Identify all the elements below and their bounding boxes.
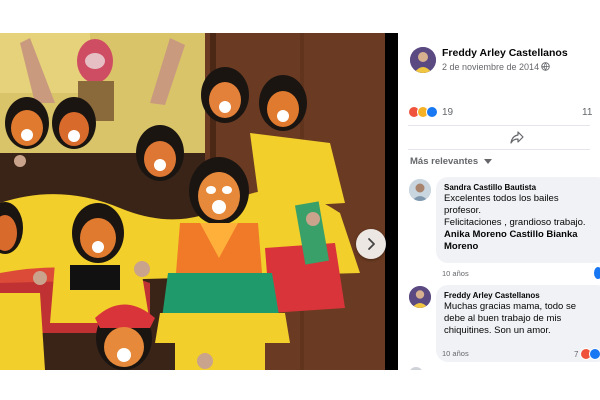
comment-text-line: Excelentes todos los bailes — [444, 193, 559, 204]
commenter-avatar[interactable] — [409, 179, 431, 201]
reaction-count: 19 — [442, 106, 454, 118]
viewer-edge — [385, 33, 398, 370]
comment-text-line: Felicitaciones , grandioso trabajo. — [444, 217, 586, 228]
comment-text-line: profesor. — [444, 205, 481, 216]
globe-icon — [541, 62, 550, 71]
comment-reaction-count: 7 — [574, 349, 579, 359]
mention-link[interactable]: Anika Moreno Castillo Bianka — [444, 229, 600, 241]
post-date[interactable]: 2 de noviembre de 2014 · — [442, 62, 545, 72]
comment-timestamp[interactable]: 10 años — [442, 349, 469, 358]
share-icon[interactable] — [510, 131, 524, 144]
next-photo-button[interactable] — [356, 229, 386, 259]
comment-author[interactable]: Freddy Arley Castellanos — [444, 290, 600, 301]
chevron-right-icon — [368, 238, 375, 250]
avatar-image — [409, 179, 431, 201]
comment-text-line: chiquitines. Son un amor. — [444, 325, 551, 336]
comment-count[interactable]: 11 — [582, 107, 592, 118]
like-reaction — [594, 267, 600, 279]
avatar-image — [410, 47, 436, 73]
post-photo — [0, 33, 385, 370]
like-reaction — [589, 348, 600, 360]
post-date-text: 2 de noviembre de 2014 · — [442, 62, 545, 72]
caret-down-icon — [483, 158, 492, 164]
comment-timestamp[interactable]: 10 años — [442, 269, 469, 278]
commenter-avatar[interactable] — [409, 286, 431, 308]
sort-label: Más relevantes — [410, 156, 479, 167]
post-panel: Freddy Arley Castellanos 2 de noviembre … — [398, 33, 600, 370]
divider — [408, 125, 590, 126]
avatar-image — [409, 286, 431, 308]
comment-reactions[interactable]: 7 — [574, 348, 600, 360]
next-commenter-avatar — [409, 367, 423, 370]
author-name[interactable]: Freddy Arley Castellanos — [442, 47, 568, 59]
comment-text-line: debe al buen trabajo de mis — [444, 313, 562, 324]
comment-text-line: Muchas gracias mama, todo se — [444, 301, 577, 312]
divider — [408, 149, 590, 150]
photo-viewer — [0, 33, 398, 370]
mention-link[interactable]: Moreno — [444, 241, 600, 253]
reaction-summary[interactable]: 19 — [408, 106, 453, 118]
comment-author[interactable]: Sandra Castillo Bautista — [444, 182, 600, 193]
author-avatar[interactable] — [410, 47, 436, 73]
comment-sort-dropdown[interactable]: Más relevantes — [410, 156, 492, 167]
like-reaction — [426, 106, 438, 118]
comment-bubble: Sandra Castillo Bautista Excelentes todo… — [436, 177, 600, 263]
